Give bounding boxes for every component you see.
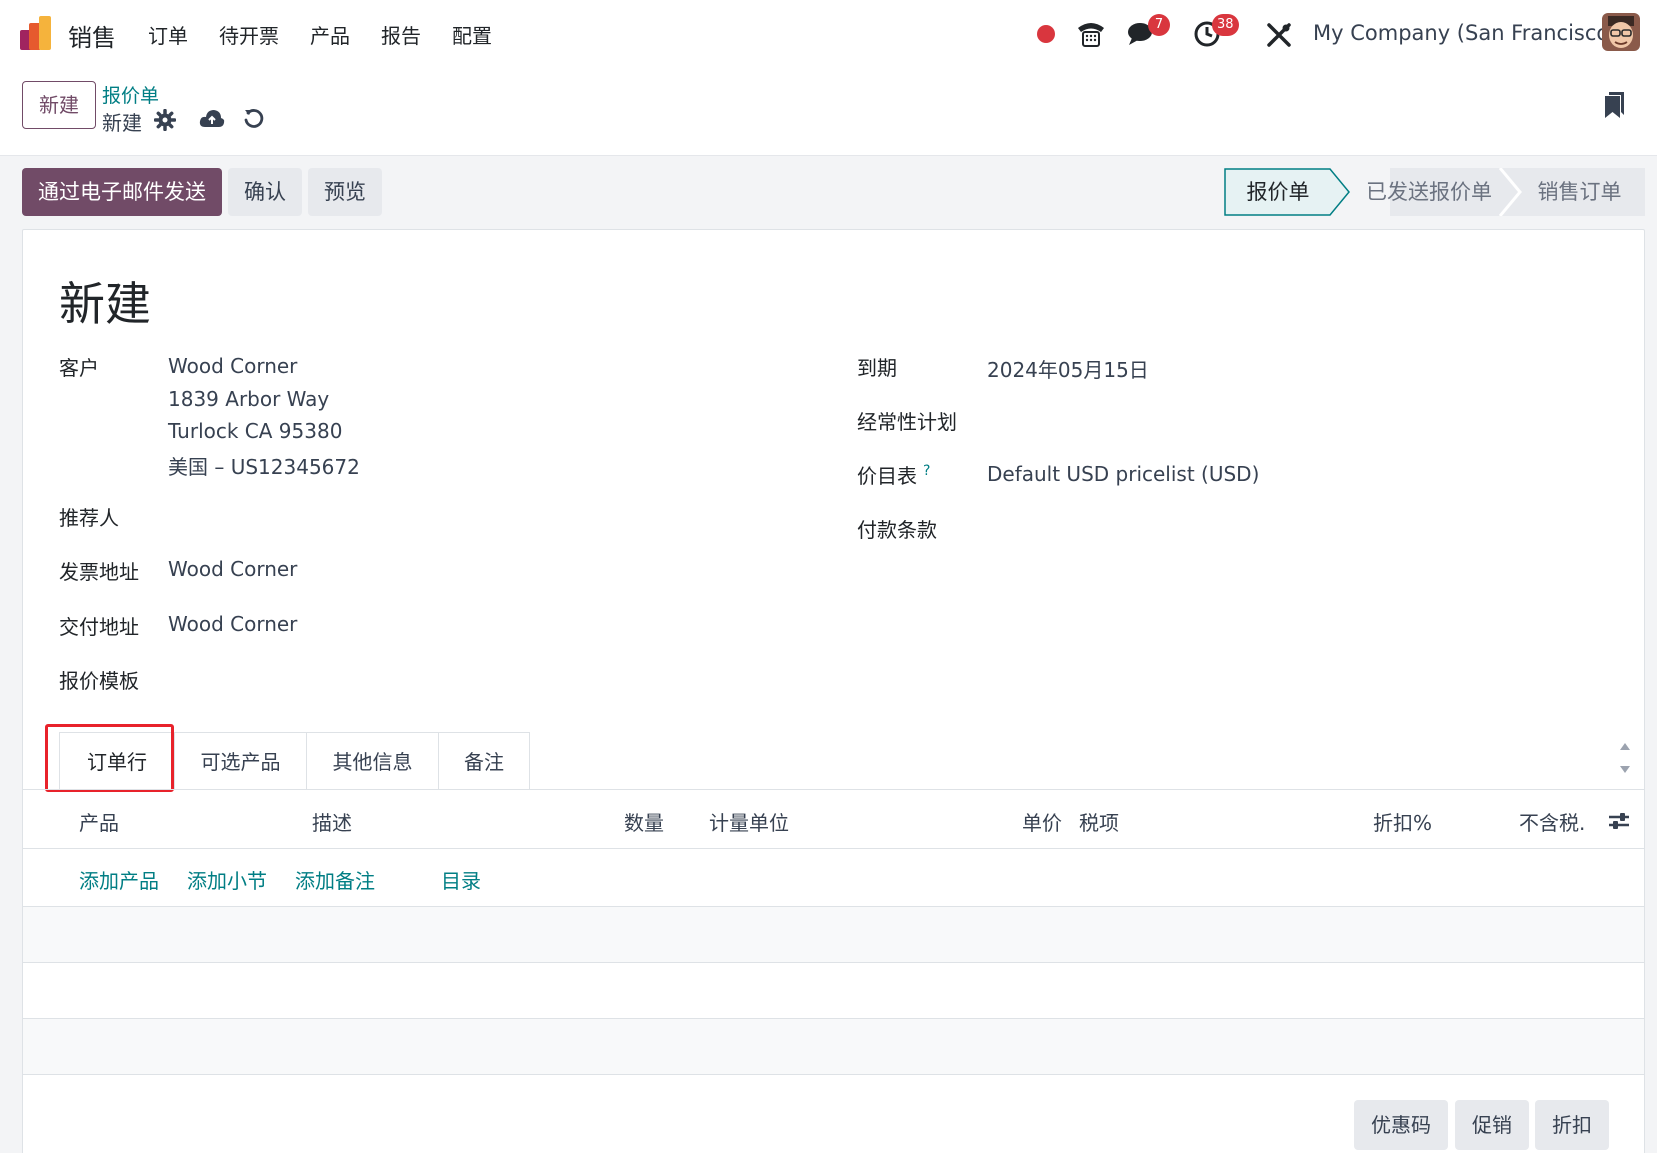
payment-terms-field[interactable] (987, 514, 1587, 540)
column-subtotal[interactable]: 不含税. (1519, 807, 1585, 836)
user-avatar[interactable] (1602, 13, 1640, 51)
column-product[interactable]: 产品 (79, 807, 119, 836)
cloud-upload-save-icon[interactable] (199, 108, 225, 130)
breadcrumb-quotations[interactable]: 报价单 (102, 81, 159, 108)
activities-badge: 38 (1212, 14, 1239, 36)
discount-button[interactable]: 折扣 (1535, 1100, 1609, 1150)
expiration-label: 到期 (857, 356, 897, 380)
pricelist-field[interactable]: Default USD pricelist (USD) (987, 462, 1259, 486)
order-lines-header: 产品 描述 数量 计量单位 单价 税项 折扣% 不含税. (23, 789, 1644, 849)
column-uom[interactable]: 计量单位 (709, 807, 789, 836)
bookmark-icon[interactable] (1604, 91, 1626, 119)
phone-icon[interactable] (1076, 20, 1106, 48)
control-panel: 新建 报价单 新建 (0, 70, 1657, 156)
quote-template-label: 报价模板 (59, 669, 139, 693)
app-name[interactable]: 销售 (68, 18, 116, 53)
menu-configuration[interactable]: 配置 (452, 20, 492, 49)
promotions-button[interactable]: 促销 (1455, 1100, 1529, 1150)
discard-undo-icon[interactable] (243, 108, 265, 130)
expiration-field[interactable]: 2024年05月15日 (987, 354, 1149, 383)
customer-label: 客户 (59, 356, 99, 380)
breadcrumb-current: 新建 (102, 111, 142, 135)
add-note-link[interactable]: 添加备注 (295, 865, 375, 894)
coupon-code-button[interactable]: 优惠码 (1354, 1100, 1448, 1150)
tab-optional-products[interactable]: 可选产品 (174, 732, 307, 790)
pricelist-label-text: 价目表 (857, 464, 917, 488)
pricelist-label: 价目表? (857, 460, 930, 489)
column-quantity[interactable]: 数量 (624, 807, 664, 836)
scroll-arrows-icon[interactable] (1617, 738, 1633, 778)
tab-other-info[interactable]: 其他信息 (306, 732, 439, 790)
column-taxes[interactable]: 税项 (1079, 807, 1119, 836)
invoice-address-field[interactable]: Wood Corner (168, 557, 297, 581)
catalog-link[interactable]: 目录 (441, 865, 481, 894)
add-line-row: 添加产品 添加小节 添加备注 目录 (23, 849, 1644, 907)
status-bar: 报价单 已发送报价单 销售订单 (1224, 168, 1645, 216)
company-switcher[interactable]: My Company (San Francisco) (1313, 21, 1617, 45)
stage-quotation[interactable]: 报价单 (1224, 168, 1332, 216)
record-title: 新建 (59, 277, 151, 331)
delivery-address-field[interactable]: Wood Corner (168, 612, 297, 636)
delivery-address-label: 交付地址 (59, 615, 139, 639)
confirm-button[interactable]: 确认 (228, 168, 302, 216)
customer-country-vat: 美国 – US12345672 (168, 455, 360, 479)
top-navbar: 销售 订单 待开票 产品 报告 配置 7 38 My Company (San … (0, 0, 1657, 70)
table-row (23, 907, 1644, 963)
messages-badge: 7 (1148, 14, 1170, 36)
form-sheet: 新建 客户 Wood Corner 1839 Arbor Way Turlock… (22, 229, 1645, 1153)
menu-reporting[interactable]: 报告 (381, 20, 421, 49)
column-unit-price[interactable]: 单价 (1022, 807, 1062, 836)
sales-app-icon[interactable] (20, 16, 56, 50)
quote-template-field[interactable] (168, 665, 768, 691)
menu-orders[interactable]: 订单 (148, 20, 188, 49)
payment-terms-label: 付款条款 (857, 518, 937, 542)
add-product-link[interactable]: 添加产品 (79, 865, 159, 894)
stage-quotation-sent[interactable]: 已发送报价单 (1349, 168, 1509, 216)
stage-sales-order[interactable]: 销售订单 (1514, 168, 1645, 216)
pricelist-help-icon[interactable]: ? (923, 463, 930, 479)
recurring-plan-label: 经常性计划 (857, 410, 957, 434)
add-section-link[interactable]: 添加小节 (187, 865, 267, 894)
customer-field[interactable]: Wood Corner (168, 354, 297, 378)
referrer-label: 推荐人 (59, 506, 119, 530)
preview-button[interactable]: 预览 (308, 168, 382, 216)
notebook-tabs: 订单行 可选产品 其他信息 备注 (59, 732, 530, 790)
table-row (23, 963, 1644, 1019)
column-description[interactable]: 描述 (312, 807, 352, 836)
debug-tools-icon[interactable] (1266, 22, 1292, 48)
send-by-email-button[interactable]: 通过电子邮件发送 (22, 168, 222, 216)
customer-city: Turlock CA 95380 (168, 419, 343, 443)
referrer-field[interactable] (168, 502, 768, 528)
recording-indicator-icon[interactable] (1037, 25, 1055, 43)
recurring-plan-field[interactable] (987, 406, 1587, 432)
column-discount[interactable]: 折扣% (1373, 807, 1432, 836)
new-button[interactable]: 新建 (22, 81, 96, 129)
invoice-address-label: 发票地址 (59, 560, 139, 584)
optional-columns-icon[interactable] (1608, 811, 1630, 831)
main-menu: 订单 待开票 产品 报告 配置 (148, 20, 523, 49)
menu-products[interactable]: 产品 (310, 20, 350, 49)
tab-notes[interactable]: 备注 (438, 732, 530, 790)
customer-street: 1839 Arbor Way (168, 387, 330, 411)
table-row (23, 1019, 1644, 1075)
tab-order-lines[interactable]: 订单行 (59, 732, 175, 790)
menu-to-invoice[interactable]: 待开票 (219, 20, 279, 49)
gear-icon[interactable] (154, 109, 176, 131)
